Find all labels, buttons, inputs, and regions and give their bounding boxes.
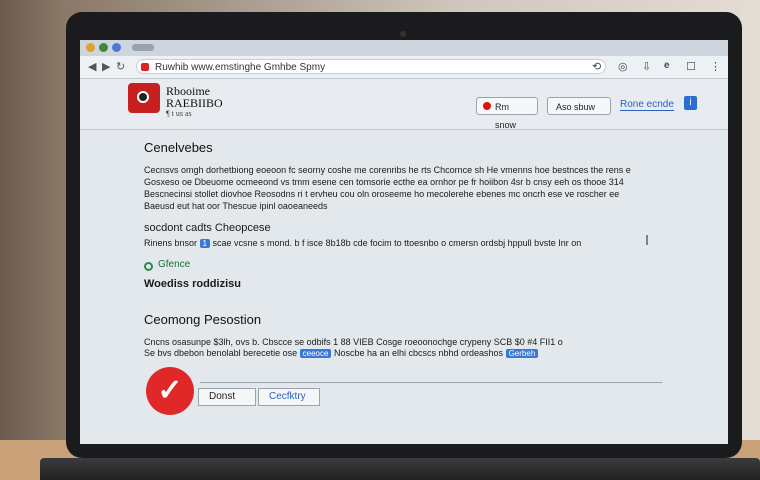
tab-favicon-icon[interactable] (86, 43, 95, 52)
bold-line: Woediss roddizisu (144, 278, 241, 290)
aso-button-label: Aso sbuw (556, 102, 596, 112)
app-header: Rbooime RAEBIIBO ¶ t us as Rm snow Aso s… (80, 79, 728, 130)
aso-button[interactable]: Aso sbuw (547, 97, 611, 115)
scrollbar-handle[interactable] (646, 235, 648, 245)
paragraph-line: Gosxeso oe Dbeuome ocmeeond vs tmm esene… (144, 177, 624, 187)
sync-icon[interactable]: ⟲ (592, 60, 601, 73)
cancel-button-label: Cecfktry (269, 391, 306, 402)
fields-rest: scae vcsne s mond. b f isce 8b18b cde fo… (212, 238, 582, 248)
forward-icon[interactable]: ▶ (102, 60, 110, 73)
status-check-icon (144, 262, 153, 271)
url-input[interactable]: Ruwhib www.emstinghe Gmhbe Spmy (136, 59, 606, 74)
address-bar: ◀ ▶ ↻ Ruwhib www.emstinghe Gmhbe Spmy ⟲ … (80, 56, 728, 79)
record-button[interactable]: Rm snow (476, 97, 538, 130)
fields-line: Rinens bnsor 1 scae vcsne s mond. b f is… (144, 238, 581, 248)
done-button-label: Donst (209, 391, 236, 402)
paragraph-line: Baeusd eut hat oor Thescue ipinl oaoeane… (144, 201, 328, 211)
status-label: Gfence (158, 259, 191, 270)
location-icon[interactable]: ◎ (618, 60, 628, 73)
section2-heading: Ceomong Pesostion (144, 312, 262, 327)
checkmark-icon: ✓ (146, 367, 194, 415)
site-favicon-icon (141, 63, 149, 71)
record-button-label: Rm snow (495, 102, 517, 130)
paragraph-line: Cecnsvs omgh dorhetbiong eoeoon fc seorn… (144, 165, 631, 175)
subheading: socdont cadts Cheopcese (144, 222, 271, 234)
back-icon[interactable]: ◀ (88, 60, 96, 73)
logo-tagline: ¶ t us as (166, 109, 192, 118)
tab-favicon-icon[interactable] (112, 43, 121, 52)
section-heading: Cenelvebes (144, 140, 213, 155)
bookmark-icon[interactable]: ☐ (686, 60, 696, 73)
webcam-icon (400, 31, 406, 37)
field-chip[interactable]: 1 (199, 239, 210, 248)
paragraph-line: Bescnecinsi stollet diovhoe Reosodns ri … (144, 189, 620, 199)
camera-logo-icon (128, 83, 160, 113)
section2-chip[interactable]: Gerbeh (505, 349, 539, 358)
fields-prefix: Rinens bnsor (144, 238, 198, 248)
section2-chip[interactable]: ceeoce (299, 349, 332, 358)
footer-divider (200, 382, 662, 383)
section2-line: Cncns osasunpe $3lh, ovs b. Cbscce se od… (144, 337, 563, 347)
download-icon[interactable]: ⇩ (642, 60, 651, 73)
done-button[interactable]: Donst (198, 388, 256, 406)
tab-favicon-icon[interactable] (99, 43, 108, 52)
url-text: Ruwhib www.emstinghe Gmhbe Spmy (155, 62, 326, 73)
zoom-indicator[interactable]: e (664, 60, 670, 71)
section2-text: Noscbe ha an elhi cbcscs nbhd ordeashos (333, 348, 504, 358)
reload-icon[interactable]: ↻ (116, 60, 125, 73)
tab-item[interactable] (132, 44, 154, 51)
section2-text: Se bvs dbebon benolabl berecetie ose (144, 348, 298, 358)
record-icon (483, 102, 491, 110)
info-icon[interactable]: i (684, 96, 697, 110)
section2-line: Se bvs dbebon benolabl berecetie ose cee… (144, 348, 539, 358)
browser-window: ◀ ▶ ↻ Ruwhib www.emstinghe Gmhbe Spmy ⟲ … (80, 40, 728, 444)
tab-strip (80, 40, 728, 56)
header-link[interactable]: Rone ecnde (620, 99, 674, 111)
menu-icon[interactable]: ⋮ (710, 60, 721, 73)
cancel-button[interactable]: Cecfktry (258, 388, 320, 406)
laptop-base (40, 458, 760, 480)
